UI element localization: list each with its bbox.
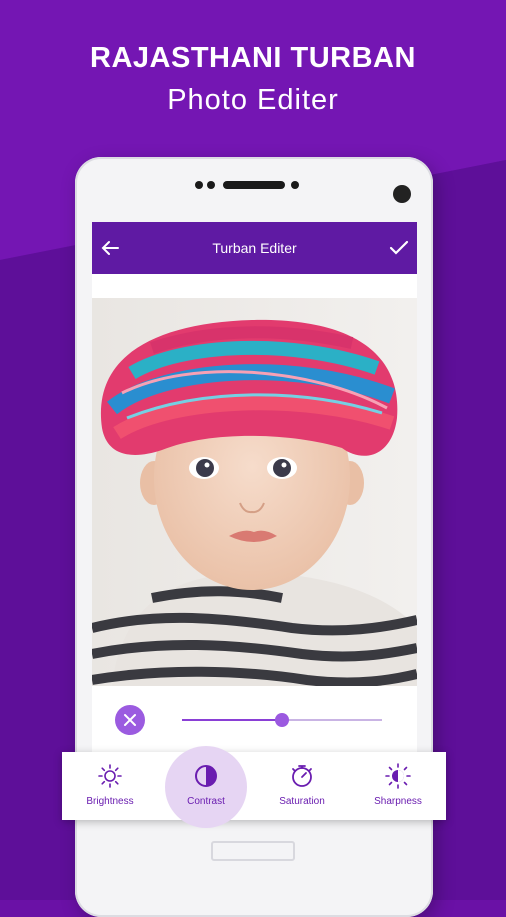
slider-thumb[interactable] <box>275 713 289 727</box>
brightness-icon <box>98 764 122 788</box>
tool-sharpness[interactable]: Sharpness <box>350 752 446 820</box>
tool-label: Brightness <box>86 796 134 807</box>
tool-label: Sharpness <box>374 796 422 807</box>
app-screen: Turban Editer <box>92 222 417 802</box>
close-icon[interactable] <box>115 705 145 735</box>
tool-brightness[interactable]: Brightness <box>62 752 158 820</box>
adjustment-toolbar: Brightness Contrast Saturation Sharpness <box>62 746 446 828</box>
promo-subtitle: Photo Editer <box>167 84 339 116</box>
app-bar: Turban Editer <box>92 222 417 274</box>
sensor-dot <box>207 181 215 189</box>
tool-label: Saturation <box>279 796 325 807</box>
sensor-dot <box>195 181 203 189</box>
adjustment-slider-row <box>92 698 417 742</box>
check-icon[interactable] <box>387 236 411 260</box>
phone-speaker <box>195 179 305 191</box>
edited-photo <box>92 298 417 686</box>
tool-label: Contrast <box>187 796 225 807</box>
tool-saturation[interactable]: Saturation <box>254 752 350 820</box>
adjustment-slider[interactable] <box>182 713 382 727</box>
saturation-icon <box>292 765 312 787</box>
front-camera <box>393 185 411 203</box>
sharpness-icon <box>385 763 411 789</box>
sensor-dot <box>291 181 299 189</box>
tool-contrast[interactable]: Contrast <box>158 752 254 820</box>
promo-title: RAJASTHANI TURBAN <box>90 42 416 74</box>
speaker-grill <box>223 181 285 189</box>
contrast-icon <box>195 765 217 787</box>
screen-title: Turban Editer <box>212 240 297 256</box>
slider-fill <box>182 719 282 721</box>
home-button[interactable] <box>211 841 295 861</box>
